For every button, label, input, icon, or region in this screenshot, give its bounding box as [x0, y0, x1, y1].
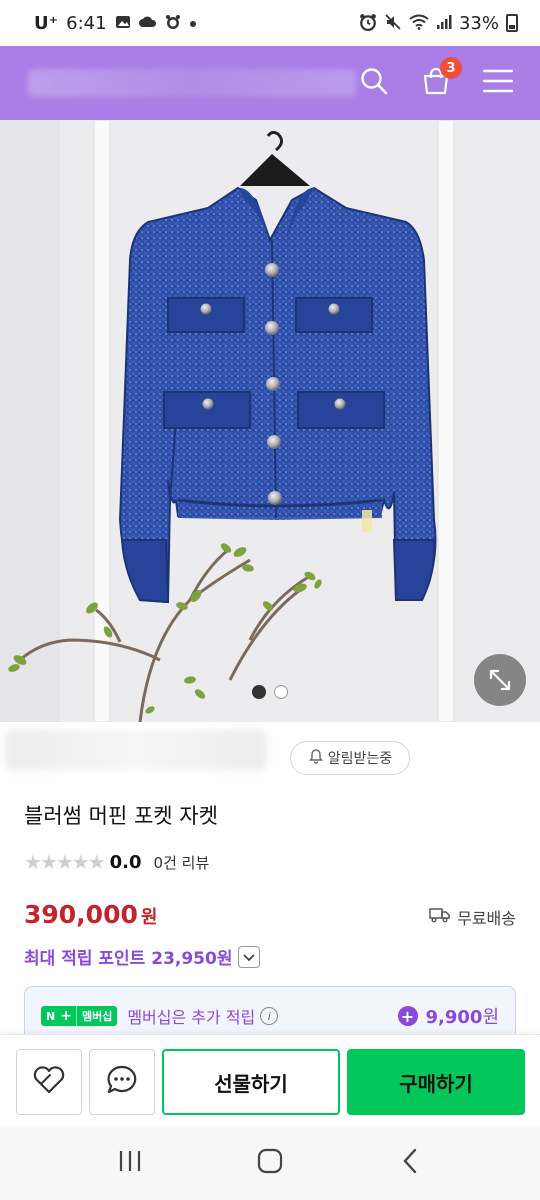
chevron-down-icon — [243, 947, 256, 967]
heart-icon — [32, 1065, 66, 1099]
product-title: 블러썸 머핀 포켓 자켓 — [24, 804, 218, 828]
plus-circle-icon: + — [397, 1006, 418, 1026]
badge-n: N — [41, 1006, 61, 1026]
status-time: 6:41 — [66, 12, 107, 34]
gallery-notification-icon — [115, 14, 131, 33]
membership-amount: + 9,900원 — [397, 1003, 499, 1029]
status-bar: U⁺ 6:41 33% — [0, 0, 540, 46]
alarm-icon — [359, 13, 377, 34]
bottom-action-bar: 선물하기 구매하기 — [0, 1034, 540, 1124]
rating-row[interactable]: ★★★★★ 0.0 0건 리뷰 — [24, 849, 209, 875]
battery-icon — [506, 14, 518, 32]
carousel-indicator — [0, 685, 540, 699]
carousel-dot-2[interactable] — [274, 685, 288, 699]
price-row: 390,000 원 — [24, 900, 157, 929]
gift-button[interactable]: 선물하기 — [162, 1049, 340, 1115]
product-photo — [0, 120, 540, 722]
wifi-icon — [409, 14, 429, 33]
blurred-seller-name[interactable] — [6, 730, 266, 770]
membership-text: 멤버십은 추가 적립 — [127, 1008, 256, 1027]
chat-bubble-icon — [106, 1064, 138, 1100]
delivery-info: 무료배송 — [429, 905, 516, 929]
battery-percent: 33% — [458, 12, 499, 34]
bell-icon — [308, 748, 324, 768]
recent-apps-button[interactable] — [110, 1143, 150, 1183]
home-button[interactable] — [250, 1143, 290, 1183]
hamburger-menu-icon — [482, 68, 514, 98]
star-rating-icon: ★★★★★ — [24, 850, 106, 874]
cart-count-badge: 3 — [440, 57, 462, 79]
signal-icon — [436, 14, 452, 33]
membership-amount-unit: 원 — [482, 1007, 499, 1028]
search-icon — [359, 66, 389, 100]
system-navigation-bar — [0, 1126, 540, 1200]
carousel-dot-1[interactable] — [252, 685, 266, 699]
cloud-notification-icon — [138, 14, 157, 33]
alarm-notification-icon — [165, 14, 181, 33]
delivery-label: 무료배송 — [457, 909, 516, 928]
menu-button[interactable] — [480, 65, 516, 101]
product-price: 390,000 — [24, 900, 138, 929]
price-unit: 원 — [140, 907, 158, 928]
mute-icon — [384, 13, 402, 34]
blurred-store-logo[interactable] — [28, 69, 356, 97]
home-icon — [257, 1148, 283, 1178]
search-button[interactable] — [356, 65, 392, 101]
back-chevron-icon — [401, 1148, 419, 1178]
expand-image-button[interactable] — [474, 654, 526, 706]
chat-button[interactable] — [89, 1049, 155, 1115]
badge-plus: + — [60, 1006, 76, 1026]
expand-arrows-icon — [487, 667, 513, 693]
points-row[interactable]: 최대 적립 포인트 23,950원 — [24, 944, 261, 969]
cart-button[interactable]: 3 — [418, 57, 462, 101]
membership-amount-value: 9,900 — [425, 1007, 483, 1028]
app-header: 3 — [0, 46, 540, 120]
points-label: 최대 적립 포인트 23,950원 — [24, 949, 233, 969]
alert-chip-label: 알림받는중 — [327, 751, 393, 767]
badge-label: 멤버십 — [75, 1006, 118, 1026]
recent-apps-icon — [117, 1149, 143, 1177]
product-image-carousel[interactable] — [0, 120, 540, 722]
carrier-label: U⁺ — [34, 12, 59, 34]
back-button[interactable] — [390, 1143, 430, 1183]
wishlist-button[interactable] — [16, 1049, 82, 1115]
more-notifications-dot-icon — [189, 15, 197, 31]
review-count[interactable]: 0건 리뷰 — [154, 852, 210, 873]
alert-subscribe-chip[interactable]: 알림받는중 — [290, 741, 410, 775]
buy-button[interactable]: 구매하기 — [347, 1049, 525, 1115]
info-icon[interactable]: i — [260, 1007, 279, 1025]
naver-plus-membership-badge: N + 멤버십 — [41, 1006, 118, 1026]
truck-icon — [429, 907, 451, 927]
points-expand-toggle[interactable] — [238, 945, 261, 968]
rating-score: 0.0 — [109, 851, 142, 873]
